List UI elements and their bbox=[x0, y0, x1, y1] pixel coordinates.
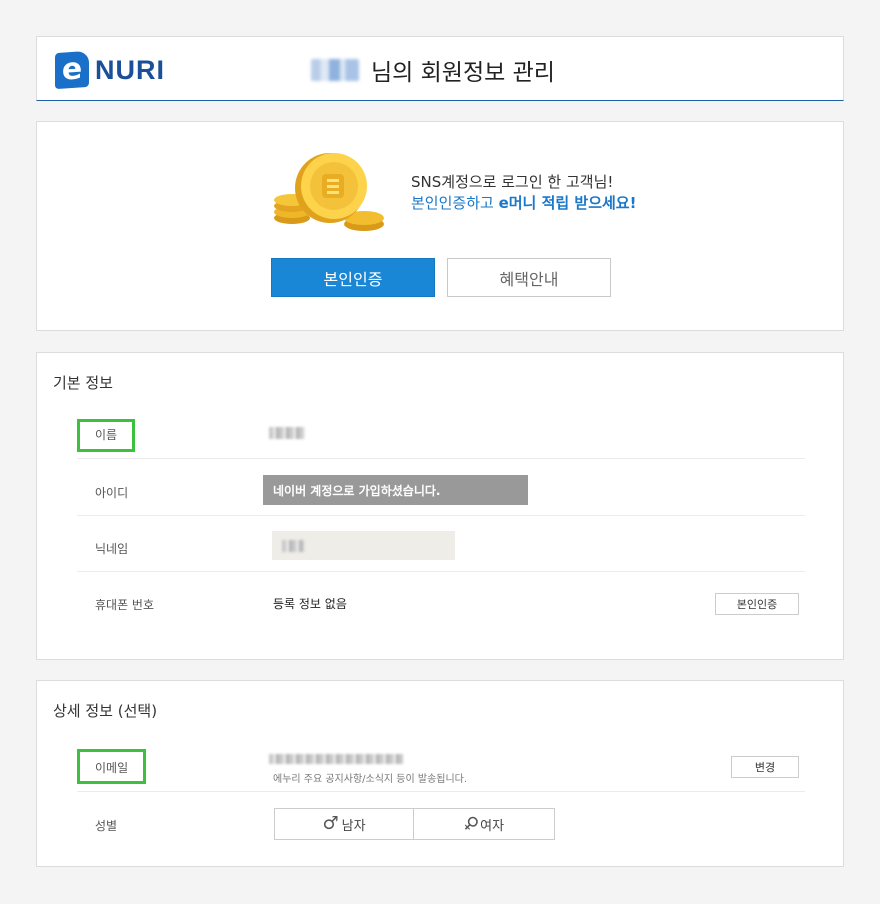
email-row: 이메일 에누리 주요 공지사항/소식지 등이 발송됩니다. 변경 bbox=[77, 736, 805, 792]
promo-line2-bold: e머니 적립 받으세요! bbox=[498, 194, 637, 212]
id-row: 아이디 네이버 계정으로 가입하셨습니다. bbox=[77, 459, 805, 516]
detail-info-section: 상세 정보 (선택) 이메일 에누리 주요 공지사항/소식지 등이 발송됩니다.… bbox=[36, 680, 844, 867]
blurred-username bbox=[311, 59, 359, 81]
blurred-nickname-value bbox=[282, 540, 304, 552]
logo-text: NURI bbox=[95, 54, 165, 85]
female-symbol-icon: ♀ bbox=[458, 811, 483, 836]
nickname-input[interactable] bbox=[272, 531, 455, 560]
promo-line1: SNS계정으로 로그인 한 고객님! bbox=[411, 173, 614, 191]
phone-label: 휴대폰 번호 bbox=[95, 598, 155, 612]
gender-selector: ♂ 남자 ♀ 여자 bbox=[274, 808, 555, 840]
id-label: 아이디 bbox=[95, 486, 129, 500]
logo-e-mark: e bbox=[55, 50, 89, 90]
page-title: 님의 회원정보 관리 bbox=[311, 53, 555, 87]
verification-promo: SNS계정으로 로그인 한 고객님! 본인인증하고 e머니 적립 받으세요! 본… bbox=[36, 121, 844, 331]
blurred-name-value bbox=[269, 427, 305, 439]
phone-row: 휴대폰 번호 등록 정보 없음 본인인증 bbox=[77, 572, 805, 636]
phone-value: 등록 정보 없음 bbox=[273, 597, 347, 611]
promo-message: SNS계정으로 로그인 한 고객님! 본인인증하고 e머니 적립 받으세요! bbox=[411, 172, 636, 214]
nickname-label: 닉네임 bbox=[95, 542, 129, 556]
name-label: 이름 bbox=[95, 428, 118, 442]
identity-verify-button[interactable]: 본인인증 bbox=[271, 258, 435, 297]
coins-icon bbox=[274, 153, 384, 231]
gender-female-label: 여자 bbox=[480, 818, 505, 834]
email-change-button[interactable]: 변경 bbox=[731, 756, 799, 778]
page-title-text: 님의 회원정보 관리 bbox=[371, 60, 555, 86]
basic-info-title: 기본 정보 bbox=[53, 374, 113, 392]
gender-male-label: 남자 bbox=[341, 818, 366, 834]
gender-female-button[interactable]: ♀ 여자 bbox=[414, 808, 555, 840]
promo-line2-prefix: 본인인증하고 bbox=[411, 194, 499, 212]
detail-info-title: 상세 정보 (선택) bbox=[53, 702, 158, 720]
male-symbol-icon: ♂ bbox=[322, 813, 339, 834]
nickname-row: 닉네임 bbox=[77, 516, 805, 572]
email-note: 에누리 주요 공지사항/소식지 등이 발송됩니다. bbox=[273, 774, 468, 785]
name-row: 이름 bbox=[77, 402, 805, 459]
enuri-logo[interactable]: e NURI bbox=[55, 50, 165, 90]
gender-male-button[interactable]: ♂ 남자 bbox=[274, 808, 414, 840]
gender-label: 성별 bbox=[95, 819, 118, 833]
id-value: 네이버 계정으로 가입하셨습니다. bbox=[263, 475, 528, 505]
basic-info-section: 기본 정보 이름 아이디 네이버 계정으로 가입하셨습니다. 닉네임 휴대폰 번… bbox=[36, 352, 844, 660]
gender-row: 성별 ♂ 남자 ♀ 여자 bbox=[77, 792, 805, 856]
benefit-info-button[interactable]: 혜택안내 bbox=[447, 258, 611, 297]
phone-verify-button[interactable]: 본인인증 bbox=[715, 593, 799, 615]
blurred-email-value bbox=[269, 754, 403, 764]
promo-line2: 본인인증하고 e머니 적립 받으세요! bbox=[411, 193, 636, 214]
page-header: e NURI 님의 회원정보 관리 bbox=[36, 36, 844, 101]
email-label: 이메일 bbox=[95, 761, 129, 775]
